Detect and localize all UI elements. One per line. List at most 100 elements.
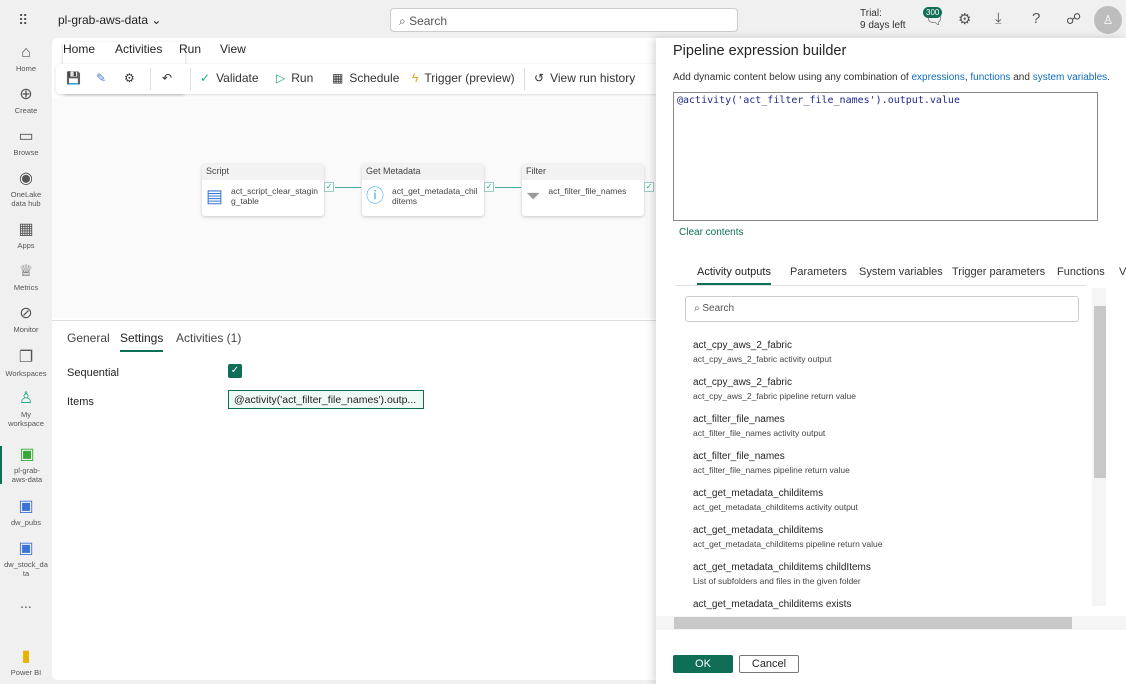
list-item[interactable]: act_filter_file_names act_filter_file_nam… [693, 451, 1083, 488]
activity-get-metadata[interactable]: Get Metadata ⓘ act_get_metadata_childitems [362, 164, 484, 216]
calendar-icon: ▦ [332, 71, 344, 85]
person-icon: ♙ [18, 390, 34, 407]
tab-activities[interactable]: Activities (1) [176, 331, 241, 345]
nav-onelake[interactable]: ◉ OneLake data hub [0, 170, 52, 208]
scroll-thumb[interactable] [1094, 306, 1106, 478]
tab-run[interactable]: Run [179, 42, 201, 56]
expressions-link[interactable]: expressions [911, 72, 964, 83]
nav-my-workspace[interactable]: ♙ My workspace [0, 390, 52, 428]
nav-create[interactable]: ⊕ Create [0, 86, 52, 115]
schedule-button[interactable]: ▦ Schedule [332, 71, 399, 85]
powerbi-icon: ▮ [21, 648, 31, 665]
cancel-button[interactable]: Cancel [739, 655, 799, 673]
validate-button[interactable]: ✓ Validate [200, 71, 259, 85]
save-as-icon[interactable]: ✎ [96, 71, 106, 85]
save-icon[interactable]: 💾 [66, 71, 81, 85]
history-label: View run history [550, 71, 636, 85]
item-name: act_filter_file_names [693, 451, 785, 462]
app-launcher-icon[interactable]: ⠿ [18, 12, 28, 29]
trigger-button[interactable]: ϟ Trigger (preview) [412, 71, 515, 85]
activity-type: Get Metadata [362, 164, 484, 180]
search-placeholder: Search [409, 14, 448, 28]
success-connector[interactable]: ✓ [484, 182, 494, 192]
list-item[interactable]: act_get_metadata_childitems exists [693, 599, 1083, 616]
items-label: Items [67, 396, 94, 408]
success-connector[interactable]: ✓ [644, 182, 654, 192]
global-search-input[interactable]: ⌕ Search [390, 8, 738, 32]
trial-label: Trial: [860, 8, 882, 19]
ok-button[interactable]: OK [673, 655, 733, 673]
nav-label: Browse [13, 148, 39, 157]
nav-label: Metrics [13, 283, 39, 292]
items-input[interactable]: @activity('act_filter_file_names').outp.… [228, 390, 424, 409]
tab-activity-outputs[interactable]: Activity outputs [697, 266, 771, 285]
list-item[interactable]: act_get_metadata_childitems act_get_metad… [693, 525, 1083, 562]
nav-workspaces[interactable]: ❐ Workspaces [0, 349, 52, 378]
nav-metrics[interactable]: ♕ Metrics [0, 263, 52, 292]
pipeline-canvas[interactable]: Script ▤ act_script_clear_staging_table ✓ … [52, 98, 672, 318]
item-name: act_cpy_aws_2_fabric [693, 377, 792, 388]
nav-apps[interactable]: ▦ Apps [0, 221, 52, 250]
nav-browse[interactable]: ▭ Browse [0, 128, 52, 157]
filter-icon: ⏷ [526, 186, 541, 206]
nav-dw-pubs[interactable]: ▣ dw_pubs [0, 498, 52, 527]
tab-general[interactable]: General [67, 331, 110, 345]
tab-settings[interactable]: Settings [120, 331, 164, 352]
item-desc: act_get_metadata_childitems pipeline ret… [693, 539, 883, 549]
list-item[interactable]: act_cpy_aws_2_fabric act_cpy_aws_2_fabric… [693, 340, 1083, 377]
tab-system-variables[interactable]: System variables [859, 266, 943, 278]
scroll-thumb[interactable] [674, 617, 1072, 629]
item-desc: List of subfolders and files in the give… [693, 576, 861, 586]
warehouse-icon: ▣ [18, 540, 34, 557]
activity-name: act_script_clear_staging_table [231, 186, 318, 206]
list-item[interactable]: act_get_metadata_childitems childItems Li… [693, 562, 1083, 599]
panel-description: Add dynamic content below using any comb… [673, 72, 1110, 83]
list-item[interactable]: act_filter_file_names act_filter_file_nam… [693, 414, 1083, 451]
check-icon: ✓ [200, 71, 211, 85]
apps-icon: ▦ [18, 221, 34, 238]
trial-status: Trial: 9 days left [860, 8, 906, 32]
activity-script[interactable]: Script ▤ act_script_clear_staging_table [202, 164, 324, 216]
avatar[interactable]: ♙ [1094, 6, 1122, 34]
success-connector[interactable]: ✓ [324, 182, 334, 192]
nav-home[interactable]: ⌂ Home [0, 44, 52, 73]
activity-filter[interactable]: Filter ⏷ act_filter_file_names [522, 164, 644, 216]
settings-icon[interactable]: ⚙ [958, 10, 971, 28]
undo-icon[interactable]: ↶ [162, 71, 172, 85]
nav-pl-grab-aws-data[interactable]: ▣ pl-grab-aws-data [0, 446, 52, 484]
horizontal-scrollbar[interactable] [656, 616, 1126, 630]
nav-powerbi[interactable]: ▮ Power BI [0, 648, 52, 677]
pipeline-name-dropdown[interactable]: pl-grab-aws-data ⌄ [58, 13, 161, 27]
settings-icon[interactable]: ⚙ [124, 71, 135, 85]
clear-contents-link[interactable]: Clear contents [679, 227, 743, 238]
panel-title: Pipeline expression builder [673, 43, 847, 59]
tab-trigger-parameters[interactable]: Trigger parameters [952, 266, 1045, 278]
tab-view[interactable]: View [220, 42, 246, 56]
outputs-search-input[interactable]: ⌕ Search [685, 296, 1079, 322]
nav-label: dw_pubs [10, 518, 42, 527]
run-button[interactable]: ▷ Run [276, 71, 313, 85]
tab-parameters[interactable]: Parameters [790, 266, 847, 278]
trophy-icon: ♕ [18, 263, 34, 280]
view-run-history-button[interactable]: ↺ View run history [534, 71, 635, 85]
nav-label: Monitor [13, 325, 39, 334]
tab-variables[interactable]: V [1119, 266, 1126, 278]
system-variables-link[interactable]: system variables [1033, 72, 1107, 83]
feedback-icon[interactable]: ☍ [1066, 10, 1081, 28]
help-icon[interactable]: ? [1032, 10, 1040, 27]
vertical-scrollbar[interactable] [1092, 288, 1106, 606]
sequential-checkbox[interactable]: ✓ [228, 364, 242, 378]
nav-dw-stock-data[interactable]: ▣ dw_stock_data [0, 540, 52, 578]
list-item[interactable]: act_cpy_aws_2_fabric act_cpy_aws_2_fabric… [693, 377, 1083, 414]
tab-functions[interactable]: Functions [1057, 266, 1105, 278]
nav-monitor[interactable]: ⊘ Monitor [0, 305, 52, 334]
expression-textarea[interactable]: @activity('act_filter_file_names').outpu… [673, 92, 1098, 221]
functions-link[interactable]: functions [970, 72, 1010, 83]
onelake-icon: ◉ [19, 170, 33, 187]
tab-activities[interactable]: Activities [115, 42, 162, 56]
home-icon: ⌂ [21, 44, 31, 61]
search-placeholder: Search [702, 303, 735, 314]
download-icon[interactable]: ⤓ [995, 10, 1002, 27]
list-item[interactable]: act_get_metadata_childitems act_get_metad… [693, 488, 1083, 525]
nav-more[interactable]: ... [0, 596, 52, 610]
